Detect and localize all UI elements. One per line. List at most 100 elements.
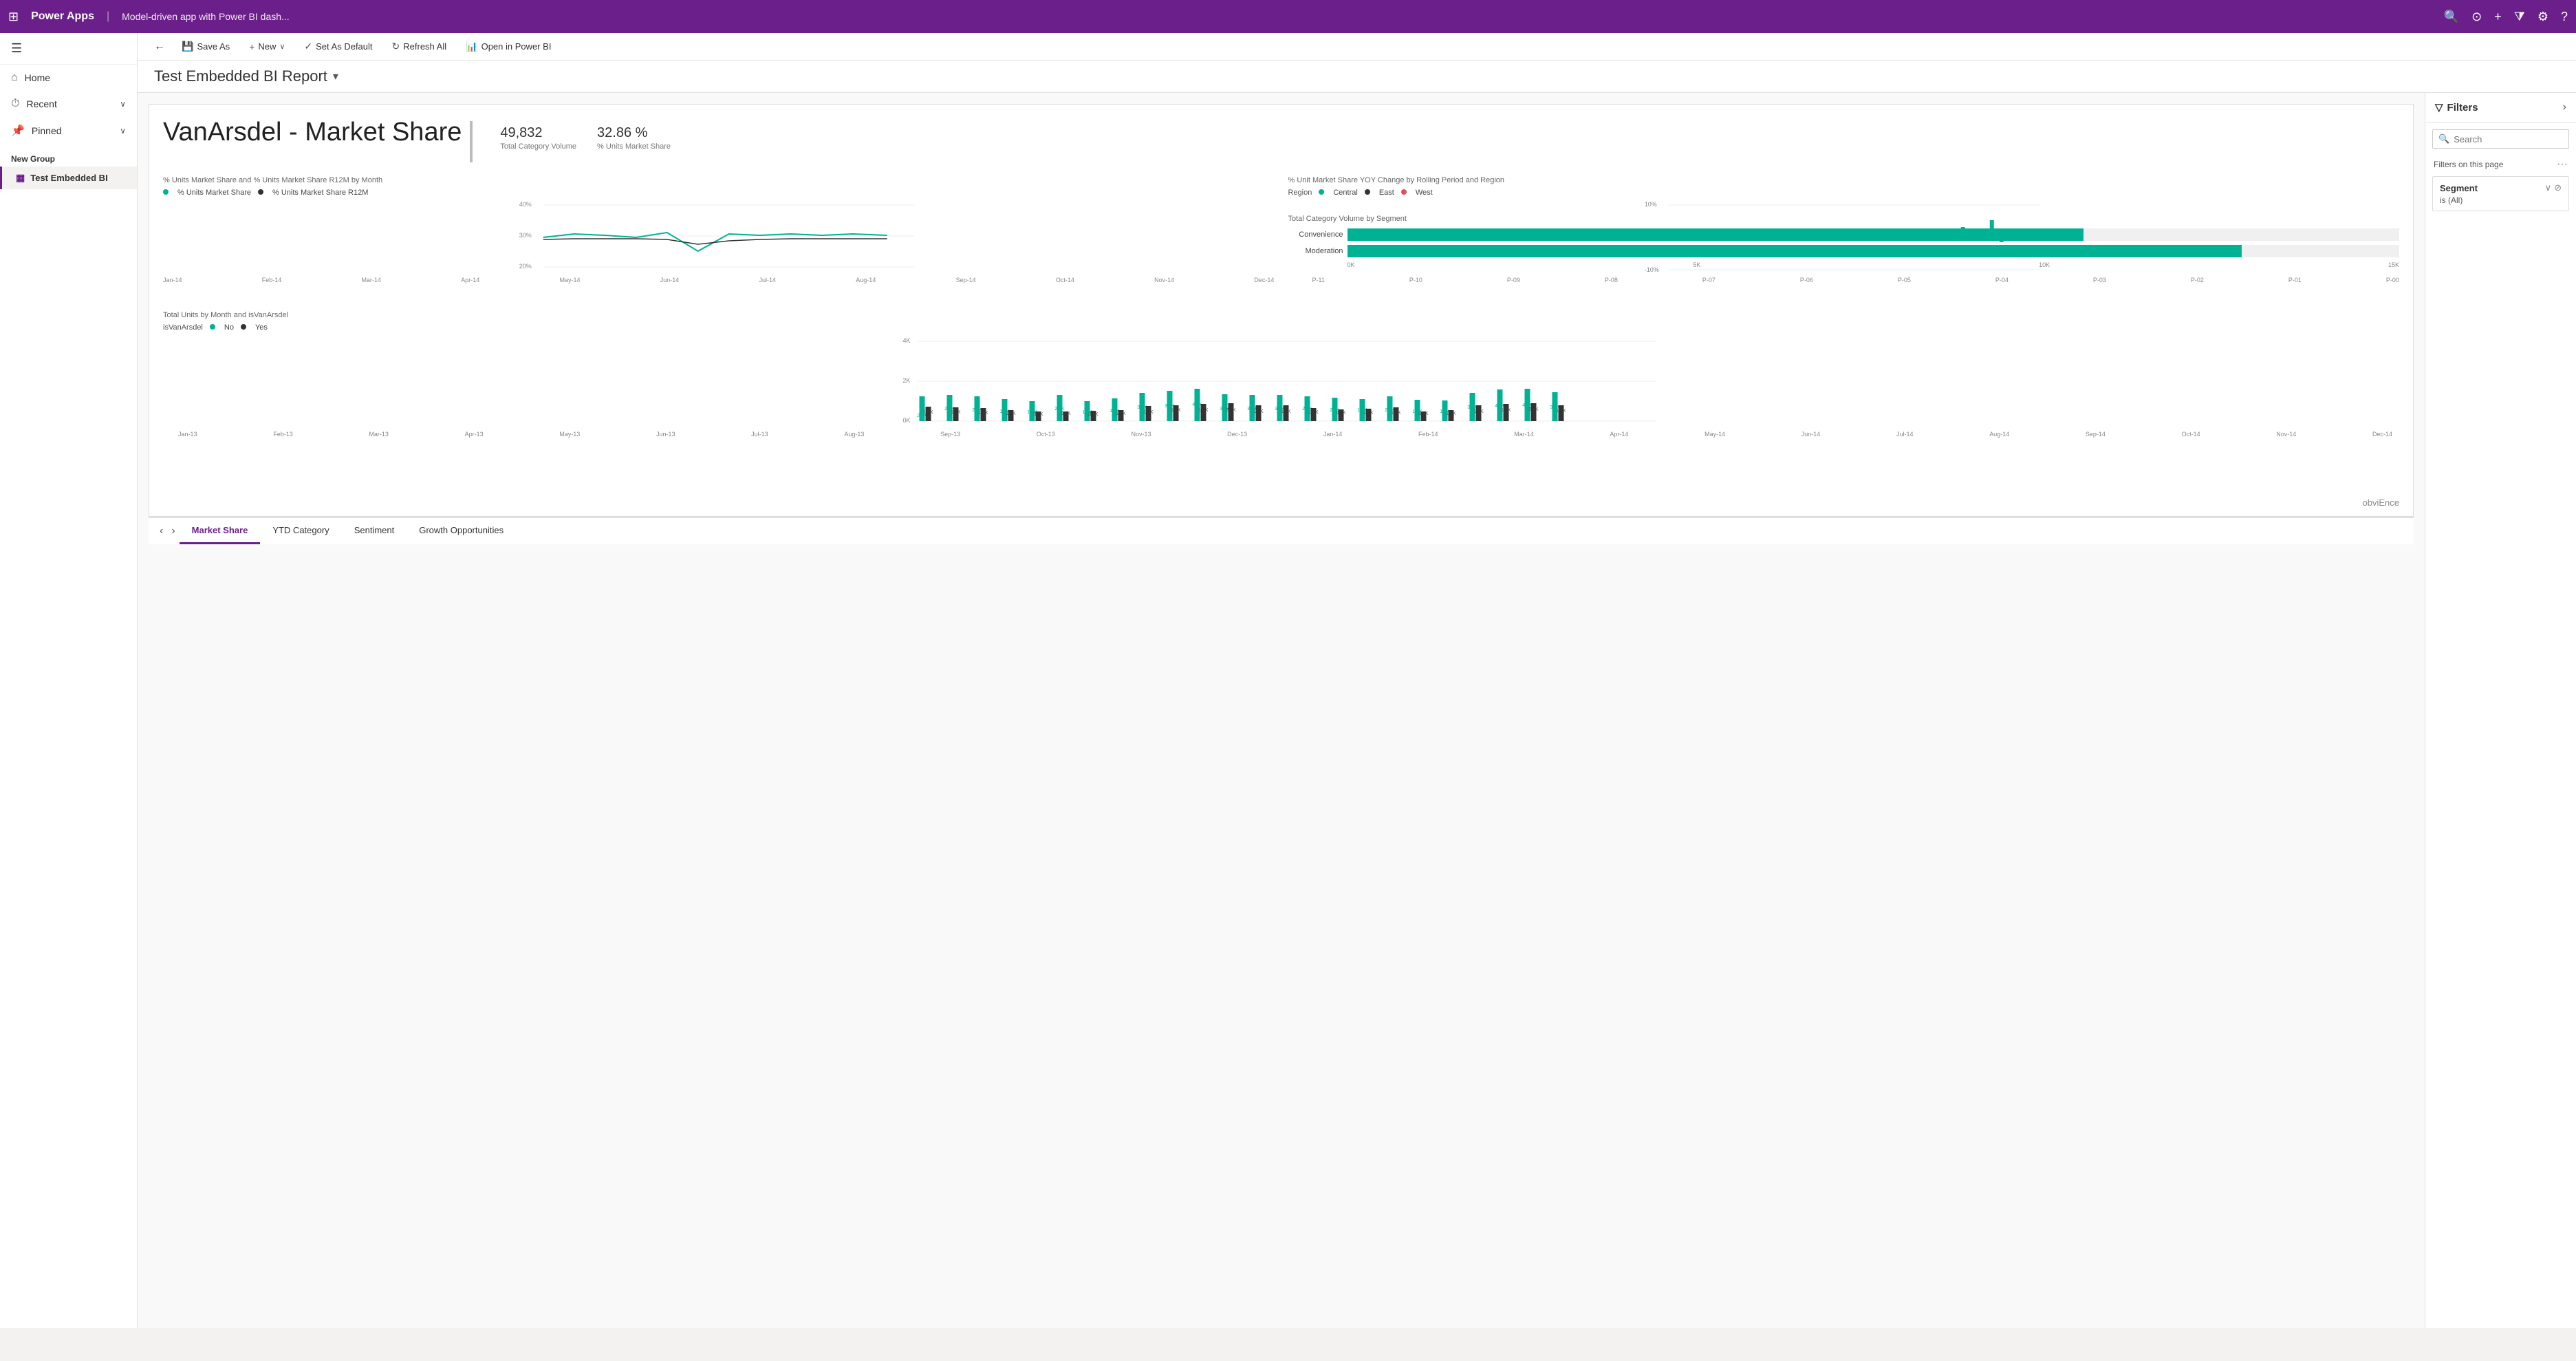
filters-title: ▽ Filters xyxy=(2435,101,2478,114)
tab-next-button[interactable]: › xyxy=(167,519,179,543)
grouped-bar-section: Total Units by Month and isVanArsdel isV… xyxy=(163,311,2399,438)
filters-panel: ▽ Filters › 🔍 Filters on this page ··· S… xyxy=(2425,93,2576,1328)
svg-text:10%: 10% xyxy=(1644,201,1656,208)
filters-section-label: Filters on this page ··· xyxy=(2425,153,2576,173)
line-chart-title: % Units Market Share and % Units Market … xyxy=(163,176,1275,184)
filters-search-icon: 🔍 xyxy=(2438,133,2449,144)
svg-text:0K: 0K xyxy=(903,417,911,424)
grouped-bar-x-labels: Jan-13Feb-13Mar-13Apr-13May-13Jun-13Jul-… xyxy=(163,431,2399,438)
grouped-bar-legend: isVanArsdel No Yes xyxy=(163,323,2399,332)
kpi-value-share: 32.86 % xyxy=(597,125,671,141)
filters-search-input[interactable] xyxy=(2454,134,2563,144)
hbar-row-moderation: Moderation xyxy=(1288,245,2400,257)
hbar-fill-moderation xyxy=(1347,245,2242,257)
filters-on-page-label: Filters on this page xyxy=(2434,160,2503,169)
kpi-label-share: % Units Market Share xyxy=(597,142,671,151)
new-chevron: ∨ xyxy=(279,42,285,51)
legend-west: West xyxy=(1416,189,1433,197)
filter-card-name: Segment xyxy=(2440,183,2478,193)
hbar-label-moderation: Moderation xyxy=(1288,247,1343,255)
legend-east: East xyxy=(1379,189,1394,197)
tab-ytd-category[interactable]: YTD Category xyxy=(260,518,341,544)
tab-sentiment[interactable]: Sentiment xyxy=(342,518,407,544)
line-chart-x-labels: Jan-14Feb-14Mar-14Apr-14May-14Jun-14Jul-… xyxy=(163,277,1275,283)
refresh-all-button[interactable]: ↻ Refresh All xyxy=(384,37,455,56)
recent-icon: ⏱ xyxy=(11,98,19,110)
nav-separator: | xyxy=(107,10,109,23)
grouped-bar-svg: 4K 2K 0K 2.8K 1.4K xyxy=(163,334,2399,431)
region-label: Region xyxy=(1288,189,1312,197)
filters-search-container[interactable]: 🔍 xyxy=(2432,129,2569,149)
sidebar-item-pinned[interactable]: 📌 Pinned ∨ xyxy=(0,117,137,144)
filter-card-value: is (All) xyxy=(2440,195,2562,205)
home-icon: ⌂ xyxy=(11,72,18,84)
content-area: VanArsdel - Market Share 49,832 Total Ca… xyxy=(138,93,2576,1328)
sidebar-item-test-embedded[interactable]: ▦ Test Embedded BI xyxy=(0,167,137,189)
report-watermark: obviEnce xyxy=(2363,497,2399,508)
page-title-bar: Test Embedded BI Report ▾ xyxy=(138,61,2576,93)
sidebar-item-home[interactable]: ⌂ Home xyxy=(0,65,137,91)
legend-label-r12m: % Units Market Share R12M xyxy=(272,189,368,197)
hbar-chart-content: Convenience Moderation xyxy=(1288,228,2400,268)
page-title-chevron[interactable]: ▾ xyxy=(333,69,338,83)
back-button[interactable]: ← xyxy=(149,38,171,56)
pinned-icon: 📌 xyxy=(11,124,25,138)
set-default-icon: ✓ xyxy=(304,41,312,52)
open-powerbi-button[interactable]: 📊 Open in Power BI xyxy=(457,37,559,56)
title-divider xyxy=(470,121,473,162)
set-default-label: Set As Default xyxy=(316,41,372,52)
hbar-track-moderation xyxy=(1347,245,2400,257)
help-icon[interactable]: ? xyxy=(2561,10,2568,24)
plus-icon[interactable]: + xyxy=(2494,10,2502,24)
hamburger-button[interactable]: ☰ xyxy=(0,33,137,65)
legend-central: Central xyxy=(1333,189,1357,197)
refresh-all-label: Refresh All xyxy=(403,41,446,52)
filter-card-header: Segment ∨ ⊘ xyxy=(2440,182,2562,193)
gear-icon[interactable]: ⚙ xyxy=(2537,10,2548,24)
line-chart-section: % Units Market Share and % Units Market … xyxy=(163,176,1275,283)
hbar-track-convenience xyxy=(1347,228,2400,241)
top-nav-right: 🔍 ⊙ + ⧩ ⚙ ? xyxy=(2444,10,2568,24)
recent-chevron: ∨ xyxy=(120,99,126,109)
report-area: VanArsdel - Market Share 49,832 Total Ca… xyxy=(138,93,2425,1328)
save-as-button[interactable]: 💾 Save As xyxy=(173,37,238,56)
save-as-icon: 💾 xyxy=(182,41,193,52)
circle-icon[interactable]: ⊙ xyxy=(2471,10,2482,24)
hbar-label-convenience: Convenience xyxy=(1288,231,1343,239)
main-area: ← 💾 Save As + New ∨ ✓ Set As Default ↻ R… xyxy=(138,33,2576,1328)
search-icon[interactable]: 🔍 xyxy=(2444,10,2459,24)
toolbar: ← 💾 Save As + New ∨ ✓ Set As Default ↻ R… xyxy=(138,33,2576,61)
grouped-bar-title: Total Units by Month and isVanArsdel xyxy=(163,311,2399,319)
tab-market-share[interactable]: Market Share xyxy=(180,518,261,544)
filters-collapse-button[interactable]: › xyxy=(2563,101,2566,114)
line-chart-svg: 40% 30% 20% xyxy=(163,200,1275,275)
report-header: VanArsdel - Market Share 49,832 Total Ca… xyxy=(163,118,2399,162)
yoy-chart-legend: Region Central East West xyxy=(1288,189,2400,197)
hbar-x-labels: 0K5K10K15K xyxy=(1288,261,2400,268)
report-tabs: ‹ › Market Share YTD Category Sentiment … xyxy=(149,517,2414,544)
pinned-chevron: ∨ xyxy=(120,126,126,136)
svg-text:40%: 40% xyxy=(519,201,532,208)
new-icon: + xyxy=(249,41,255,52)
svg-text:30%: 30% xyxy=(519,232,532,239)
sidebar-item-pinned-label: Pinned xyxy=(32,125,62,136)
page-title: Test Embedded BI Report xyxy=(154,67,327,85)
kpi-total-volume: 49,832 Total Category Volume xyxy=(500,125,576,151)
set-default-button[interactable]: ✓ Set As Default xyxy=(296,37,380,56)
grid-icon[interactable]: ⊞ xyxy=(8,10,19,24)
filter-clear-button[interactable]: ⊘ xyxy=(2554,182,2562,193)
filter-icon[interactable]: ⧩ xyxy=(2514,10,2525,24)
new-button[interactable]: + New ∨ xyxy=(241,38,293,56)
kpi-market-share: 32.86 % % Units Market Share xyxy=(597,125,671,151)
kpi-value-volume: 49,832 xyxy=(500,125,576,141)
sidebar-section-header: New Group xyxy=(0,149,137,167)
svg-text:2K: 2K xyxy=(903,377,911,384)
tab-prev-button[interactable]: ‹ xyxy=(155,519,167,543)
filter-expand-button[interactable]: ∨ xyxy=(2545,182,2552,193)
sidebar-item-recent[interactable]: ⏱ Recent ∨ xyxy=(0,91,137,117)
legend-dot-r12m xyxy=(258,189,266,197)
legend-no: No xyxy=(224,323,234,332)
svg-text:20%: 20% xyxy=(519,263,532,270)
filters-section-dots[interactable]: ··· xyxy=(2557,158,2568,171)
tab-growth-opportunities[interactable]: Growth Opportunities xyxy=(407,518,516,544)
